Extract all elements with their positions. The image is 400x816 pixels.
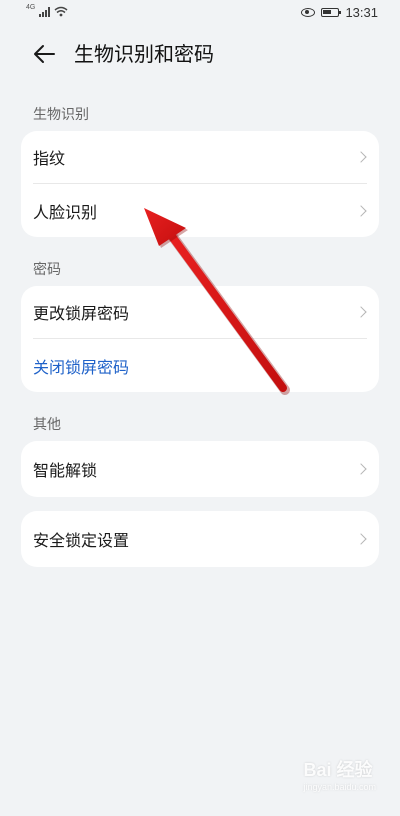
list-item-label: 指纹: [33, 149, 66, 168]
other-card: 智能解锁: [21, 441, 379, 497]
page-title: 生物识别和密码: [74, 42, 214, 66]
status-right: 13:31: [301, 5, 378, 20]
watermark: Bai 经验 jingyan.baidu.com: [303, 756, 376, 792]
section-label-biometrics: 生物识别: [33, 107, 89, 123]
watermark-url: jingyan.baidu.com: [303, 782, 376, 792]
list-item-label: 更改锁屏密码: [33, 304, 130, 323]
eye-comfort-icon: [301, 8, 316, 17]
list-item-change-lock-password[interactable]: 更改锁屏密码: [21, 286, 379, 338]
list-item-smart-unlock[interactable]: 智能解锁: [21, 441, 379, 497]
status-bar: 4G 13:31: [0, 0, 400, 26]
watermark-brand: Bai 经验: [303, 760, 373, 780]
network-type: 4G: [26, 4, 36, 11]
list-item-label: 安全锁定设置: [33, 531, 130, 550]
signal-icon: [39, 6, 51, 17]
password-card: 更改锁屏密码 关闭锁屏密码: [21, 286, 379, 392]
battery-icon: [321, 8, 342, 17]
status-left: 4G: [26, 4, 68, 17]
list-item-label: 智能解锁: [33, 461, 98, 480]
list-item-face-recognition[interactable]: 人脸识别: [21, 184, 379, 237]
back-arrow-icon[interactable]: [30, 40, 58, 68]
status-time: 13:31: [345, 5, 378, 20]
biometrics-card: 指纹 人脸识别: [21, 131, 379, 237]
list-item-label: 人脸识别: [33, 202, 98, 222]
section-label-password: 密码: [33, 262, 61, 278]
list-item-fingerprint[interactable]: 指纹: [21, 131, 379, 183]
wifi-icon: [54, 6, 68, 17]
list-item-security-lock-settings[interactable]: 安全锁定设置: [21, 511, 379, 567]
security-lock-card: 安全锁定设置: [21, 511, 379, 567]
app-header: 生物识别和密码: [0, 34, 400, 74]
section-label-other: 其他: [33, 417, 61, 433]
list-item-label: 关闭锁屏密码: [33, 357, 130, 377]
list-item-disable-lock-password[interactable]: 关闭锁屏密码: [21, 339, 379, 392]
